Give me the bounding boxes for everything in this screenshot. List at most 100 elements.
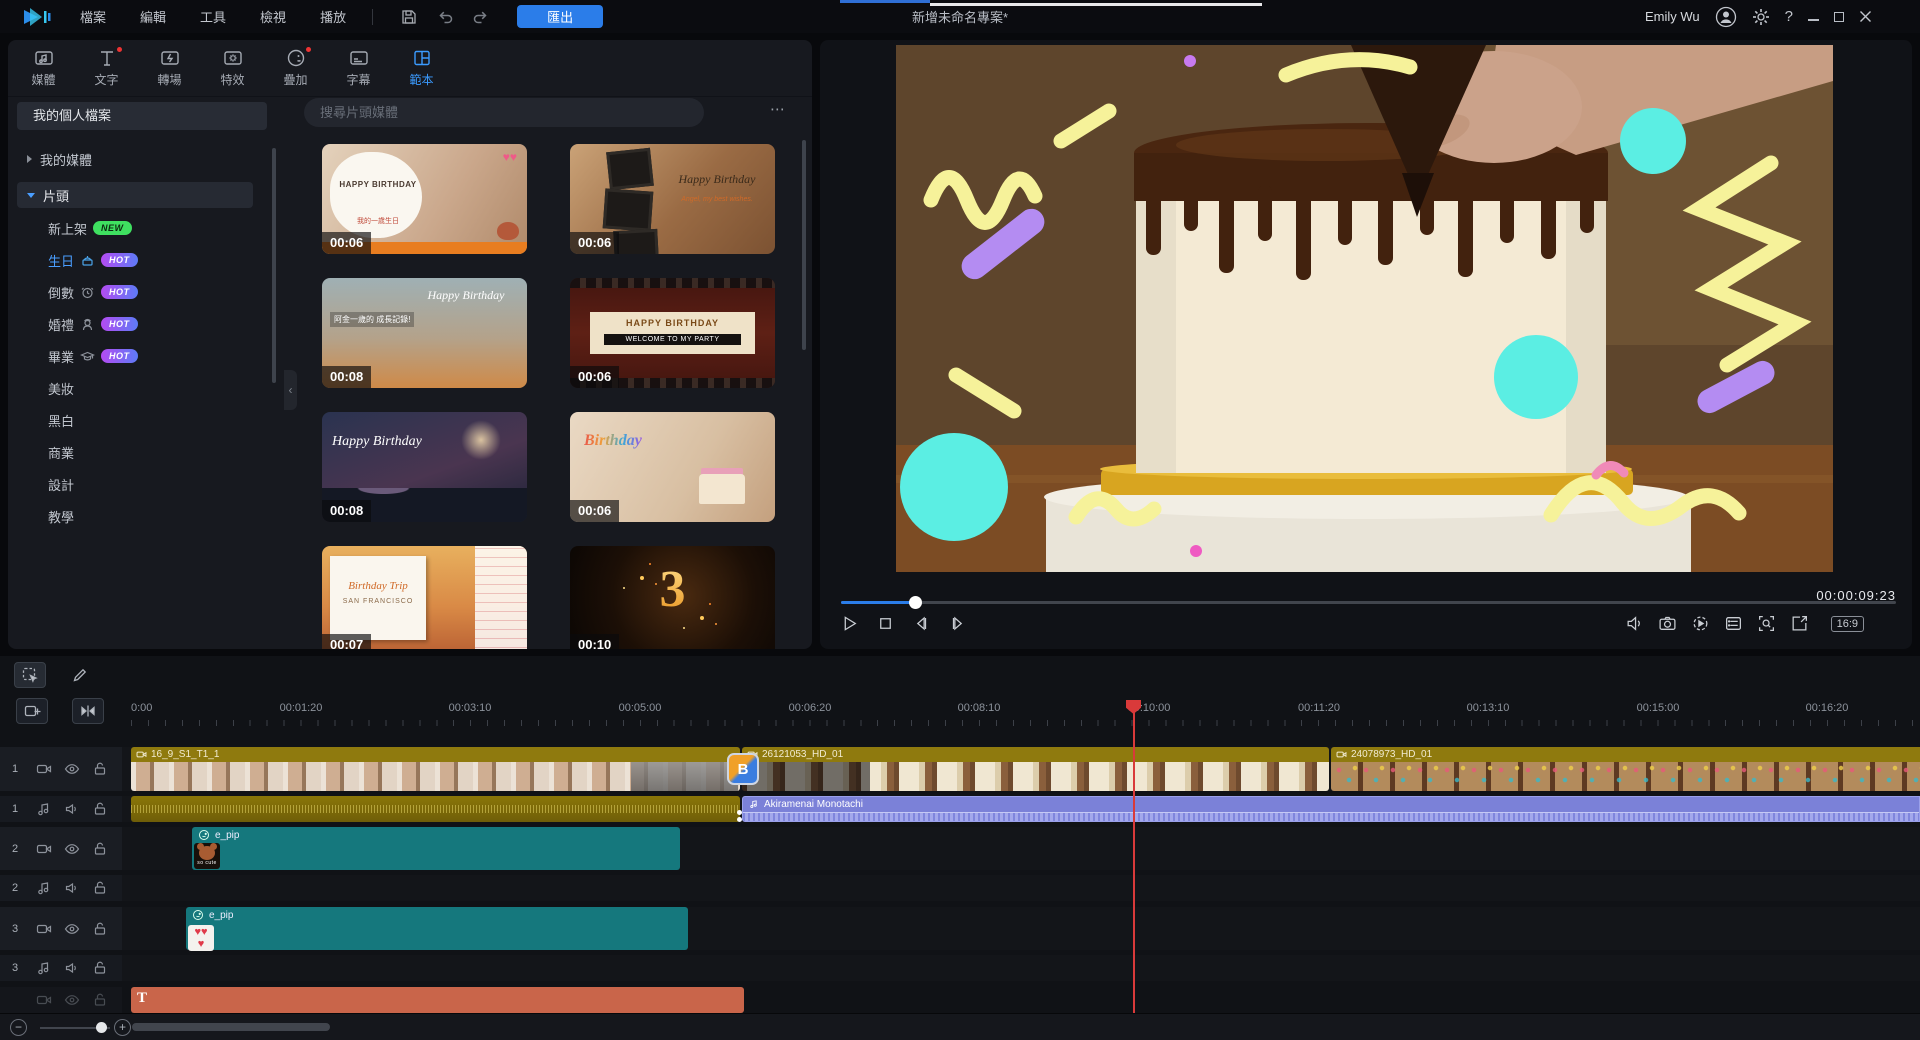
video-clip-2[interactable]: 26121053_HD_01 — [742, 747, 1329, 791]
save-icon[interactable] — [400, 8, 418, 26]
split-clip-button[interactable] — [72, 698, 104, 724]
volume-icon[interactable] — [1625, 614, 1644, 633]
settings-gear-icon[interactable] — [1752, 8, 1770, 26]
tab-transitions[interactable]: 轉場 — [138, 40, 201, 96]
restore-window-icon[interactable] — [1834, 12, 1844, 22]
template-card-dog-collage[interactable]: Happy Birthday Angel, my best wishes. 00… — [570, 144, 775, 254]
bear-sticker[interactable]: so cute — [194, 843, 220, 869]
seek-handle[interactable] — [909, 596, 922, 609]
menu-edit[interactable]: 編輯 — [140, 7, 166, 26]
clip-handle-dot[interactable] — [737, 810, 742, 815]
template-scrollbar[interactable] — [802, 140, 806, 350]
template-card-trip[interactable]: Birthday Trip SAN FRANCISCO 00:07 — [322, 546, 527, 649]
lock-icon[interactable] — [92, 921, 108, 937]
music-clip[interactable]: Akiramenai Monotachi — [742, 796, 1920, 822]
lock-icon[interactable] — [92, 801, 108, 817]
zoom-in-button[interactable]: + — [114, 1019, 131, 1036]
lock-icon[interactable] — [92, 992, 108, 1008]
profile-header[interactable]: 我的個人檔案 — [17, 102, 267, 130]
zoom-fit-icon[interactable] — [1757, 614, 1776, 633]
tab-text[interactable]: 文字 — [75, 40, 138, 96]
zoom-out-button[interactable]: − — [10, 1019, 27, 1036]
redo-icon[interactable] — [472, 8, 490, 26]
template-card-baby[interactable]: HAPPY BIRTHDAY 我的一歲生日 ♥♥ 00:06 — [322, 144, 527, 254]
sidebar-scrollbar[interactable] — [272, 148, 276, 383]
eye-icon[interactable] — [64, 841, 80, 857]
ruler-ticks[interactable] — [122, 720, 1920, 726]
eye-icon[interactable] — [64, 761, 80, 777]
transition-icon[interactable]: B — [727, 753, 759, 785]
sidebar-item-education[interactable]: 教學 — [48, 504, 74, 528]
audio-clip-linked[interactable] — [131, 796, 740, 822]
tree-my-media[interactable]: 我的媒體 — [17, 146, 92, 172]
sidebar-item-countdown[interactable]: 倒數 HOT — [48, 280, 138, 304]
playlist-icon[interactable] — [1724, 614, 1743, 633]
avatar[interactable] — [1715, 6, 1737, 28]
eye-icon[interactable] — [64, 921, 80, 937]
close-icon[interactable] — [1859, 10, 1872, 23]
text-clip-icon: T — [137, 990, 147, 1007]
tab-captions[interactable]: 字幕 — [327, 40, 390, 96]
snapshot-camera-icon[interactable] — [1658, 614, 1677, 633]
speaker-icon[interactable] — [64, 880, 80, 896]
sidebar-item-graduation[interactable]: 畢業 HOT — [48, 344, 138, 368]
eye-icon[interactable] — [64, 992, 80, 1008]
template-card-girl-cake[interactable]: Birthday 00:06 — [570, 412, 775, 522]
help-icon[interactable]: ? — [1785, 8, 1793, 25]
sidebar-item-wedding[interactable]: 婚禮 HOT — [48, 312, 138, 336]
template-card-dog-cake[interactable]: Happy Birthday 阿金一歲的 成長記錄! 00:08 — [322, 278, 527, 388]
sidebar-item-birthday[interactable]: 生日 HOT — [48, 248, 138, 272]
stop-button[interactable] — [876, 614, 895, 633]
speaker-icon[interactable] — [64, 960, 80, 976]
template-card-party[interactable]: Happy Birthday 00:08 — [322, 412, 527, 522]
aspect-ratio-badge[interactable]: 16:9 — [1831, 616, 1864, 632]
tree-intros[interactable]: 片頭 — [17, 182, 253, 208]
video-clip-1[interactable]: 16_9_S1_T1_1 — [131, 747, 740, 791]
prev-frame-button[interactable] — [912, 614, 931, 633]
template-card-countdown[interactable]: 3 00:10 — [570, 546, 775, 649]
pip-clip-2[interactable]: e_pip — [186, 907, 688, 950]
undo-icon[interactable] — [436, 8, 454, 26]
clip-handle-dot[interactable] — [737, 817, 742, 822]
video-preview[interactable] — [896, 45, 1833, 572]
menu-file[interactable]: 檔案 — [80, 7, 106, 26]
sidebar-item-design[interactable]: 設計 — [48, 472, 74, 496]
tab-effects[interactable]: 特效 — [201, 40, 264, 96]
next-frame-button[interactable] — [948, 614, 967, 633]
seek-bar[interactable] — [841, 601, 1896, 604]
hearts-sticker[interactable]: ♥♥♥ — [188, 925, 214, 951]
text-clip[interactable]: T — [131, 987, 744, 1013]
menu-tools[interactable]: 工具 — [200, 7, 226, 26]
sidebar-item-business[interactable]: 商業 — [48, 440, 74, 464]
tab-overlay[interactable]: 疊加 — [264, 40, 327, 96]
video-clip-3[interactable]: 24078973_HD_01 — [1331, 747, 1920, 791]
search-input[interactable] — [304, 98, 704, 127]
sidebar-item-bw[interactable]: 黑白 — [48, 408, 74, 432]
lock-icon[interactable] — [92, 960, 108, 976]
menu-play[interactable]: 播放 — [320, 7, 346, 26]
minimize-icon[interactable] — [1808, 19, 1819, 21]
play-button[interactable] — [840, 614, 859, 633]
add-track-button[interactable] — [16, 698, 48, 724]
export-button[interactable]: 匯出 — [517, 5, 603, 28]
menu-view[interactable]: 檢視 — [260, 7, 286, 26]
collapse-sidebar-handle[interactable]: ‹ — [284, 370, 297, 410]
lock-icon[interactable] — [92, 880, 108, 896]
tab-templates[interactable]: 範本 — [390, 40, 453, 96]
more-options-button[interactable]: ⋯ — [770, 100, 787, 118]
render-preview-icon[interactable] — [1691, 614, 1710, 633]
timeline-horizontal-scrollbar[interactable] — [132, 1023, 330, 1031]
lock-icon[interactable] — [92, 761, 108, 777]
template-card-film[interactable]: HAPPY BIRTHDAY WELCOME TO MY PARTY 00:06 — [570, 278, 775, 388]
speaker-icon[interactable] — [64, 801, 80, 817]
pop-out-icon[interactable] — [1790, 614, 1809, 633]
select-tool-button[interactable] — [14, 662, 46, 688]
ruler-label: 00:15:00 — [1613, 702, 1703, 714]
pip-clip-1[interactable]: e_pip — [192, 827, 680, 870]
draw-tool-button[interactable] — [64, 662, 96, 688]
tab-media[interactable]: 媒體 — [12, 40, 75, 96]
sidebar-item-beauty[interactable]: 美妝 — [48, 376, 74, 400]
sidebar-item-new[interactable]: 新上架 NEW — [48, 216, 132, 240]
zoom-slider-handle[interactable] — [96, 1022, 107, 1033]
lock-icon[interactable] — [92, 841, 108, 857]
